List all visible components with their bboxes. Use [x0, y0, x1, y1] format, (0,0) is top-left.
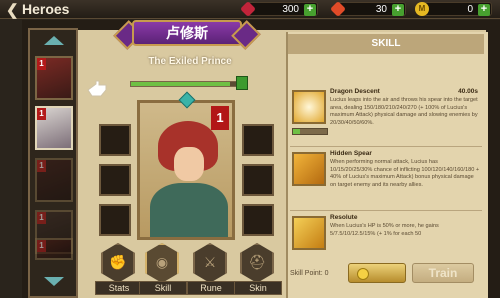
back-arrow-icon[interactable]: ❮ [6, 1, 19, 19]
skill-item[interactable]: Hidden Spear When performing normal atta… [290, 150, 482, 206]
hero-list: 1 1 1 1 1 [28, 28, 78, 298]
hero-title: The Exiled Prince [148, 56, 232, 67]
crystal-icon [330, 1, 346, 17]
tab-label: Skin [234, 281, 282, 295]
level-up-icon[interactable] [236, 76, 248, 90]
gold-coin-icon [357, 268, 369, 280]
skill-item[interactable]: Dragon Descent 40.00s Lucius leaps into … [290, 88, 482, 144]
eye-icon: ◉ [155, 254, 169, 270]
equip-slot[interactable] [242, 204, 274, 236]
skill-name: Resolute [330, 214, 358, 221]
gold-coin-icon: M [415, 2, 429, 16]
skill-description: When performing normal attack, Lucius ha… [330, 159, 480, 188]
hero-list-item[interactable]: 1 [35, 56, 73, 100]
hero-rank-badge: 1 [37, 240, 46, 252]
equip-slot[interactable] [99, 124, 131, 156]
fist-icon: ✊ [109, 254, 127, 270]
spear-icon [292, 152, 326, 186]
skill-level-bar [292, 128, 328, 135]
shield-icon [292, 216, 326, 250]
hero-level-bar [130, 81, 242, 87]
hero-body [150, 183, 228, 237]
divider [290, 146, 482, 147]
equip-slot[interactable] [99, 204, 131, 236]
crystal-value: 30 [375, 4, 387, 15]
tab-label: Stats [95, 281, 143, 295]
skill-level-fill [293, 129, 300, 134]
equip-slot[interactable] [99, 164, 131, 196]
hero-name-banner: 卢修斯 [132, 20, 242, 46]
equip-slot[interactable] [242, 164, 274, 196]
hero-rank-badge: 1 [37, 160, 46, 172]
ruby-icon [240, 1, 256, 17]
add-crystal-button[interactable]: + [392, 4, 404, 16]
top-bar: ❮ Heroes 300 + 30 + M 0 + [0, 0, 500, 19]
burst-icon [292, 90, 326, 124]
hero-rank-tag: 1 [211, 106, 229, 130]
hand-pointer-icon [87, 80, 107, 97]
tab-stats[interactable]: ✊ Stats [95, 243, 143, 295]
gold-value: 0 [467, 4, 473, 15]
hero-portrait: 1 [137, 100, 235, 240]
hero-face [174, 147, 204, 181]
skill-name: Hidden Spear [330, 150, 372, 157]
tab-label: Skill [139, 281, 187, 295]
tab-skin[interactable]: ⛑ Skin [234, 243, 282, 295]
hero-rank-badge: 1 [37, 58, 46, 70]
hero-rank-badge: 1 [37, 212, 46, 224]
skill-point-label: Skill Point: 0 [290, 270, 329, 277]
skill-panel-header: SKILL [288, 34, 484, 54]
divider [290, 210, 482, 211]
tab-skill[interactable]: ◉ Skill [139, 243, 187, 295]
hero-level-fill [131, 82, 230, 86]
add-ruby-button[interactable]: + [304, 4, 316, 16]
gold-counter: M 0 + [415, 2, 492, 16]
crossed-swords-icon: ⚔ [203, 254, 217, 270]
skill-name: Dragon Descent [330, 88, 380, 95]
equip-slot[interactable] [242, 124, 274, 156]
ruby-counter: 300 + [240, 1, 318, 17]
skill-description: Lucius leaps into the air and throws his… [330, 97, 478, 126]
helmet-icon: ⛑ [248, 254, 266, 270]
hero-list-item-selected[interactable]: 1 [35, 106, 73, 150]
train-button[interactable]: Train [412, 263, 474, 283]
hero-rank-badge: 1 [37, 108, 46, 120]
crystal-counter: 30 + [330, 1, 406, 17]
hero-list-item[interactable]: 1 [35, 238, 73, 260]
skill-item[interactable]: Resolute When Lucius's HP is 50% or more… [290, 214, 482, 254]
page-title: Heroes [22, 1, 70, 17]
skill-description: When Lucius's HP is 50% or more, he gain… [330, 223, 439, 237]
scroll-up-icon[interactable] [44, 36, 64, 45]
ruby-value: 300 [282, 4, 299, 15]
skill-cooldown: 40.00s [458, 88, 478, 95]
gold-cost-button[interactable] [348, 263, 406, 283]
scroll-down-icon[interactable] [44, 277, 64, 286]
add-gold-button[interactable]: + [478, 4, 490, 16]
hero-list-item[interactable]: 1 [35, 158, 73, 202]
tab-label: Rune [187, 281, 235, 295]
tab-rune[interactable]: ⚔ Rune [187, 243, 235, 295]
